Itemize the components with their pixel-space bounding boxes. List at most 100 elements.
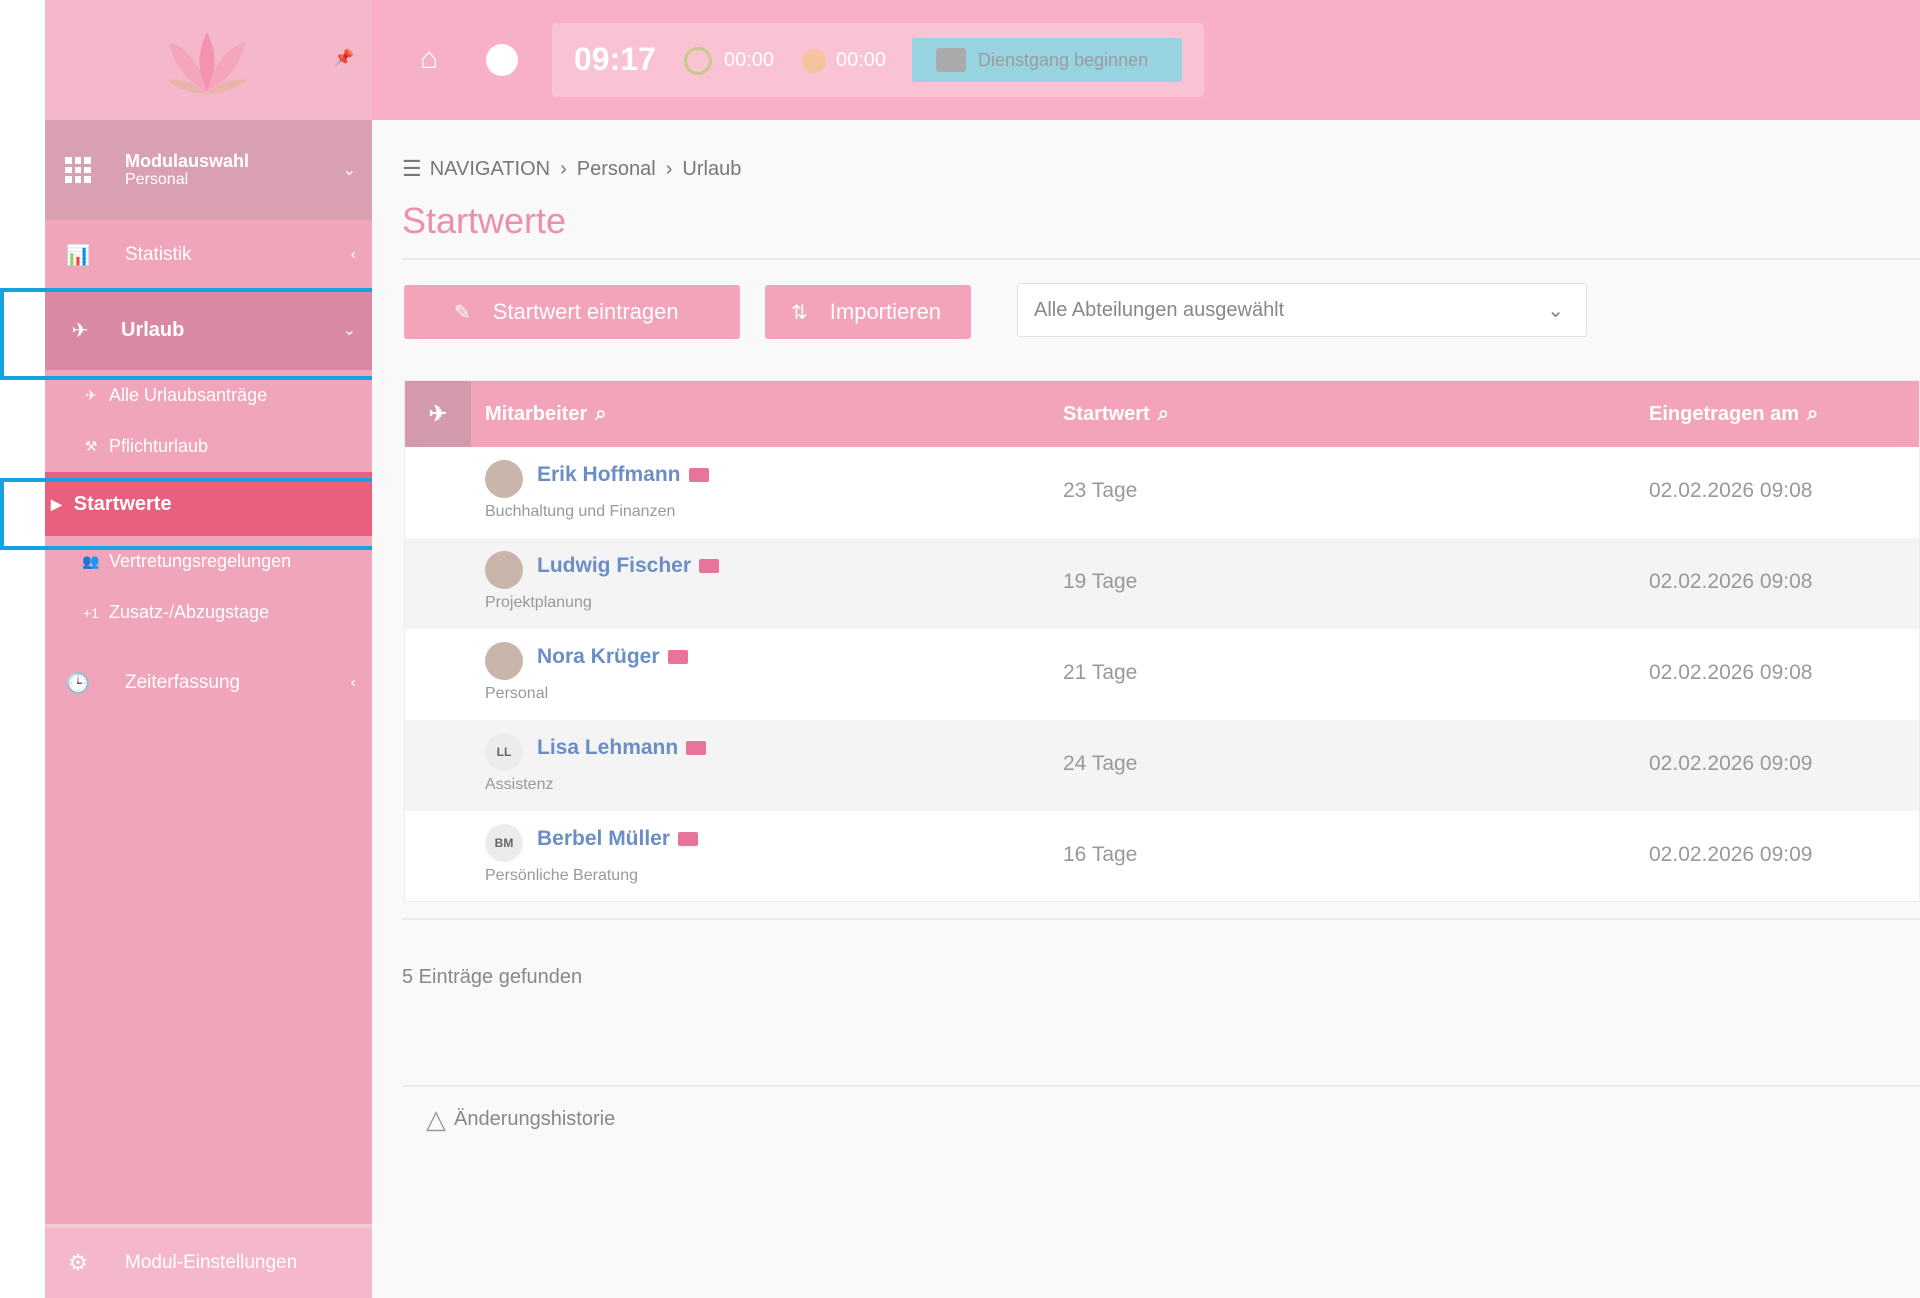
employee-name[interactable]: Nora Krüger bbox=[537, 645, 688, 669]
change-history-toggle[interactable]: △ Änderungshistorie bbox=[426, 1104, 615, 1135]
dienstgang-button[interactable]: Dienstgang beginnen bbox=[912, 38, 1182, 82]
highlight-startwerte bbox=[0, 478, 378, 550]
button-label: Importieren bbox=[829, 299, 942, 324]
chevron-down-icon: ⌄ bbox=[342, 162, 356, 179]
pause-icon bbox=[802, 49, 826, 73]
sidebar-item-label: Modul-Einstellungen bbox=[125, 1252, 298, 1273]
mail-icon[interactable] bbox=[699, 559, 720, 573]
pin-icon[interactable]: 📌 bbox=[334, 48, 354, 68]
pencil-icon: ✎ bbox=[454, 301, 471, 324]
sidebar-subitem-label: Zusatz-/Abzugstage bbox=[109, 602, 270, 622]
table-row[interactable]: Nora Krüger Personal 21 Tage 02.02.2026 … bbox=[405, 629, 1919, 720]
modul-subtitle: Personal bbox=[125, 171, 189, 188]
plus-one-icon: +1 bbox=[83, 604, 99, 621]
page-title: Startwerte bbox=[402, 200, 567, 241]
table-row[interactable]: BM Berbel Müller Persönliche Beratung 16… bbox=[405, 811, 1919, 902]
column-header-label: Eingetragen am bbox=[1649, 403, 1800, 425]
employee-name-text: Ludwig Fischer bbox=[537, 554, 692, 577]
airplane-icon: ✈ bbox=[85, 387, 97, 403]
search-icon[interactable]: ⌕ bbox=[595, 403, 606, 426]
entered-date: 02.02.2026 09:08 bbox=[1649, 479, 1813, 502]
start-value: 16 Tage bbox=[1063, 843, 1138, 866]
importieren-button[interactable]: ⇅ Importieren bbox=[765, 285, 971, 339]
breadcrumb-personal[interactable]: Personal bbox=[577, 158, 656, 181]
home-icon[interactable]: ⌂ bbox=[420, 44, 452, 74]
mail-icon[interactable] bbox=[678, 832, 699, 846]
avatar: LL bbox=[485, 733, 523, 771]
mail-icon[interactable] bbox=[688, 468, 709, 482]
start-value: 23 Tage bbox=[1063, 479, 1138, 502]
sidebar-subitem-label: Alle Urlaubsanträge bbox=[109, 385, 268, 405]
employee-name-text: Erik Hoffmann bbox=[537, 463, 681, 486]
breadcrumb-navigation[interactable]: NAVIGATION bbox=[430, 158, 550, 181]
employee-department: Assistenz bbox=[485, 776, 554, 793]
search-icon[interactable]: ⌕ bbox=[1158, 403, 1169, 426]
airplane-icon: ✈ bbox=[405, 381, 471, 447]
sidebar-item-zeiterfassung[interactable]: 🕒 Zeiterfassung ‹ bbox=[45, 648, 372, 718]
main-content: ☰ NAVIGATION › Personal › Urlaub Startwe… bbox=[372, 120, 1920, 1298]
chevron-right-icon: › bbox=[665, 157, 673, 180]
lotus-logo bbox=[167, 32, 247, 94]
sidebar-item-label: Zeiterfassung bbox=[125, 672, 241, 693]
entered-date: 02.02.2026 09:08 bbox=[1649, 570, 1813, 593]
employee-name[interactable]: Ludwig Fischer bbox=[537, 554, 720, 578]
sidebar-subitem-label: Vertretungsregelungen bbox=[109, 551, 292, 571]
startwerte-table: ✈ Mitarbeiter ⌕ Startwert ⌕ Eingetragen … bbox=[404, 380, 1920, 902]
sidebar-item-label: Statistik bbox=[125, 244, 192, 265]
bar-chart-icon: 📊 bbox=[65, 244, 91, 267]
column-header-label: Mitarbeiter bbox=[485, 403, 588, 425]
mail-icon[interactable] bbox=[686, 741, 707, 755]
table-row[interactable]: LL Lisa Lehmann Assistenz 24 Tage 02.02.… bbox=[405, 720, 1919, 811]
entered-date: 02.02.2026 09:09 bbox=[1649, 752, 1813, 775]
column-header-startwert[interactable]: Startwert ⌕ bbox=[1063, 403, 1169, 426]
column-header-mitarbeiter[interactable]: Mitarbeiter ⌕ bbox=[485, 403, 606, 426]
employee-department: Projektplanung bbox=[485, 594, 592, 611]
start-value: 19 Tage bbox=[1063, 570, 1138, 593]
sidebar-subitem-zusatz-abzugstage[interactable]: +1 Zusatz-/Abzugstage bbox=[45, 587, 372, 638]
sidebar-subitem-pflichturlaub[interactable]: ⚒ Pflichturlaub bbox=[45, 421, 372, 472]
start-value: 24 Tage bbox=[1063, 752, 1138, 775]
avatar bbox=[485, 460, 523, 498]
breadcrumb-urlaub[interactable]: Urlaub bbox=[682, 158, 741, 181]
startwert-eintragen-button[interactable]: ✎ Startwert eintragen bbox=[404, 285, 740, 339]
entries-count: 5 Einträge gefunden bbox=[402, 966, 583, 988]
logo-area: 📌 bbox=[45, 0, 372, 120]
employee-department: Buchhaltung und Finanzen bbox=[485, 503, 676, 520]
employee-name-text: Lisa Lehmann bbox=[537, 736, 679, 759]
sidebar-item-statistik[interactable]: 📊 Statistik ‹ bbox=[45, 220, 372, 290]
face-icon[interactable] bbox=[486, 44, 518, 76]
start-value: 21 Tage bbox=[1063, 661, 1138, 684]
table-row[interactable]: Erik Hoffmann Buchhaltung und Finanzen 2… bbox=[405, 447, 1919, 538]
chevron-down-icon: ⌄ bbox=[1547, 299, 1564, 322]
chevron-right-icon: › bbox=[560, 157, 567, 180]
employee-name[interactable]: Lisa Lehmann bbox=[537, 736, 707, 760]
search-icon[interactable]: ⌕ bbox=[1807, 403, 1818, 426]
table-header: ✈ Mitarbeiter ⌕ Startwert ⌕ Eingetragen … bbox=[405, 381, 1919, 447]
divider bbox=[402, 1085, 1920, 1087]
import-arrows-icon: ⇅ bbox=[791, 301, 808, 324]
modul-selector[interactable]: Modulauswahl Personal ⌄ bbox=[45, 120, 372, 220]
mail-icon[interactable] bbox=[667, 650, 688, 664]
select-value: Alle Abteilungen ausgewählt bbox=[1034, 298, 1285, 321]
clock-icon: 🕒 bbox=[65, 672, 91, 695]
triangle-icon: △ bbox=[426, 1104, 446, 1134]
grid-icon bbox=[65, 157, 91, 183]
briefcase-icon bbox=[936, 48, 966, 72]
sidebar-subitem-label: Pflichturlaub bbox=[109, 436, 209, 456]
avatar bbox=[485, 642, 523, 680]
employee-department: Persönliche Beratung bbox=[485, 867, 638, 884]
entered-date: 02.02.2026 09:08 bbox=[1649, 661, 1813, 684]
work-timer: 00:00 bbox=[724, 49, 775, 71]
avatar bbox=[485, 551, 523, 589]
entered-date: 02.02.2026 09:09 bbox=[1649, 843, 1813, 866]
sidebar-item-modul-einstellungen[interactable]: ⚙ Modul-Einstellungen bbox=[45, 1224, 372, 1298]
employee-name[interactable]: Berbel Müller bbox=[537, 827, 699, 851]
column-header-eingetragen-am[interactable]: Eingetragen am ⌕ bbox=[1649, 403, 1818, 426]
sidebar: 📌 Modulauswahl Personal ⌄ 📊 Statistik ‹ … bbox=[45, 0, 372, 1298]
table-row[interactable]: Ludwig Fischer Projektplanung 19 Tage 02… bbox=[405, 538, 1919, 629]
department-select[interactable]: Alle Abteilungen ausgewählt ⌄ bbox=[1017, 283, 1587, 337]
menu-icon[interactable]: ☰ bbox=[402, 156, 422, 182]
employee-name[interactable]: Erik Hoffmann bbox=[537, 463, 709, 487]
divider bbox=[402, 918, 1920, 920]
employee-department: Personal bbox=[485, 685, 549, 702]
